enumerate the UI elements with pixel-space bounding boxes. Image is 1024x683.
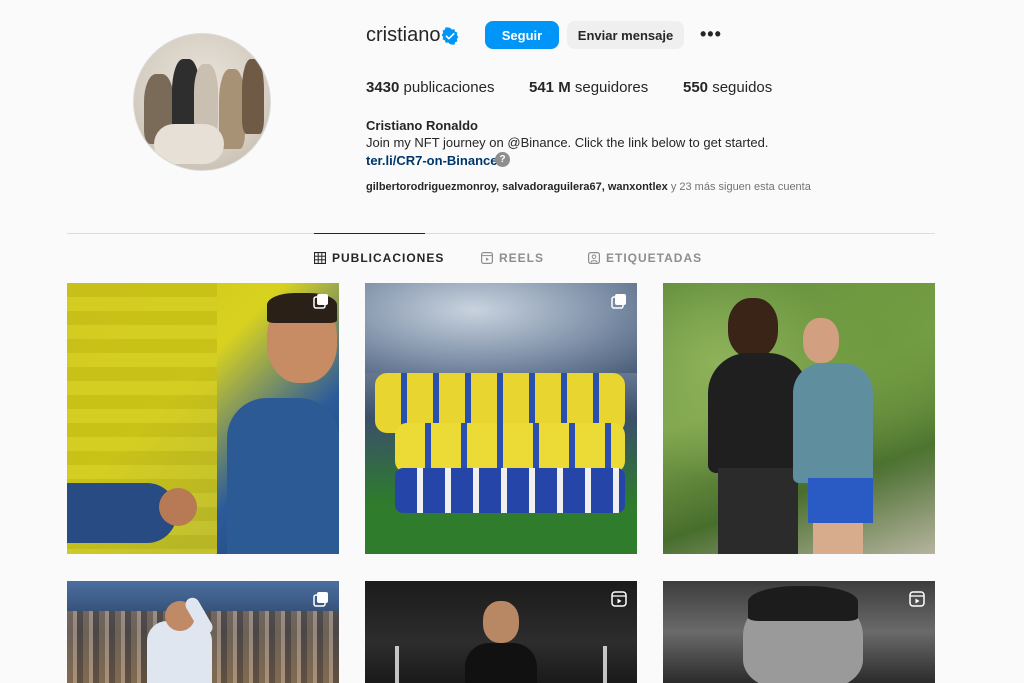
followed-by-users: gilbertorodriguezmonroy, salvadoraguiler… bbox=[366, 181, 668, 193]
following-stat[interactable]: 550 seguidos bbox=[683, 79, 772, 96]
post-thumbnail[interactable] bbox=[67, 283, 339, 554]
profile-link[interactable]: ter.li/CR7-on-Binance bbox=[366, 153, 497, 168]
grid-icon bbox=[314, 252, 326, 264]
followers-stat[interactable]: 541 M seguidores bbox=[529, 79, 648, 96]
posts-count-label: publicaciones bbox=[403, 79, 495, 96]
following-label: seguidos bbox=[712, 79, 773, 96]
profile-username: cristiano bbox=[366, 24, 441, 46]
profile-avatar[interactable] bbox=[133, 33, 271, 171]
tab-publicaciones[interactable]: PUBLICACIONES bbox=[314, 251, 444, 265]
send-message-button[interactable]: Enviar mensaje bbox=[567, 21, 684, 49]
tab-label: REELS bbox=[499, 251, 545, 265]
reel-icon bbox=[611, 591, 627, 607]
active-tab-indicator bbox=[314, 233, 425, 234]
post-thumbnail[interactable] bbox=[365, 581, 637, 683]
posts-count-stat: 3430 publicaciones bbox=[366, 79, 494, 96]
follow-button[interactable]: Seguir bbox=[485, 21, 559, 49]
tab-label: ETIQUETADAS bbox=[606, 251, 703, 265]
reels-icon bbox=[481, 252, 493, 264]
carousel-icon bbox=[313, 592, 328, 607]
followed-by-text[interactable]: gilbertorodriguezmonroy, salvadoraguiler… bbox=[366, 181, 811, 193]
tabs-divider bbox=[67, 233, 935, 234]
followed-by-suffix: y 23 más siguen esta cuenta bbox=[667, 181, 811, 193]
followers-label: seguidores bbox=[574, 79, 649, 96]
tab-label: PUBLICACIONES bbox=[332, 251, 445, 265]
profile-full-name: Cristiano Ronaldo bbox=[366, 118, 478, 133]
post-thumbnail[interactable] bbox=[365, 283, 637, 554]
posts-count: 3430 bbox=[366, 79, 400, 96]
tab-reels[interactable]: REELS bbox=[481, 251, 544, 265]
post-thumbnail[interactable] bbox=[67, 581, 339, 683]
link-info-icon[interactable]: ? bbox=[495, 152, 510, 167]
post-thumbnail[interactable] bbox=[663, 581, 935, 683]
carousel-icon bbox=[611, 294, 626, 309]
more-options-icon[interactable]: ••• bbox=[700, 24, 722, 45]
post-thumbnail[interactable] bbox=[663, 283, 935, 554]
verified-badge-icon bbox=[441, 27, 459, 45]
tab-etiquetadas[interactable]: ETIQUETADAS bbox=[588, 251, 702, 265]
profile-bio: Join my NFT journey on @Binance. Click t… bbox=[366, 135, 769, 150]
reel-icon bbox=[909, 591, 925, 607]
tagged-icon bbox=[588, 252, 600, 264]
carousel-icon bbox=[313, 294, 328, 309]
followers-count: 541 M bbox=[529, 79, 571, 96]
following-count: 550 bbox=[683, 79, 709, 96]
